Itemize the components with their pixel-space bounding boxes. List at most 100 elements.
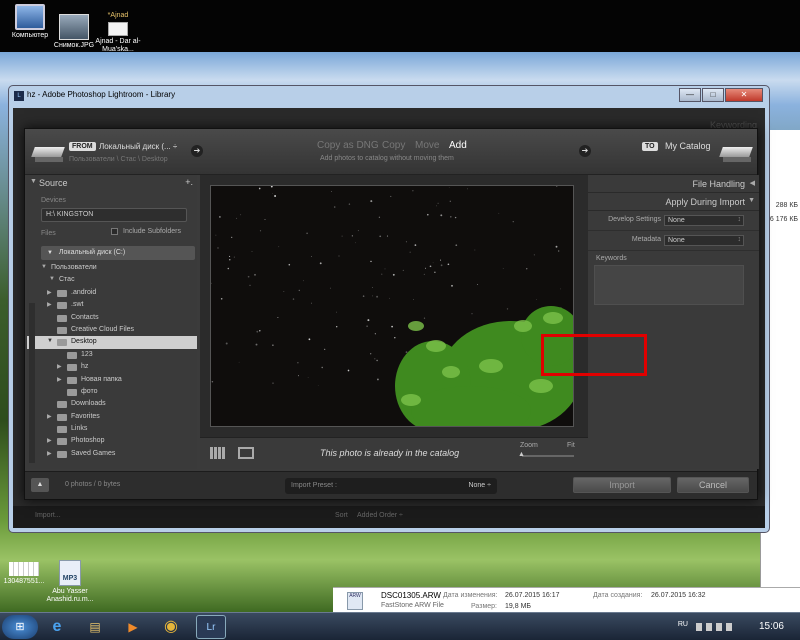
close-button[interactable]: ✕ <box>725 88 763 102</box>
folder-icon <box>57 302 67 310</box>
keywords-section: Keywords <box>588 251 759 311</box>
collapsed-triangle-icon[interactable]: ▶ <box>47 450 52 457</box>
clock[interactable]: 15:06 <box>759 621 784 632</box>
folder-tree-item[interactable]: ▶ Новая папка <box>27 374 197 386</box>
import-dialog: FROM Локальный диск (... ÷ Пользователи … <box>24 128 759 500</box>
keywords-input[interactable] <box>594 265 744 305</box>
desktop-icon-label: Abu Yasser Anashid.ru.m... <box>46 588 94 603</box>
files-row: Files Include Subfolders <box>27 228 197 242</box>
folder-tree-item[interactable]: 123 <box>27 349 197 361</box>
folder-tree-item[interactable]: Contacts <box>27 312 197 324</box>
tree-scrollbar[interactable] <box>29 303 35 463</box>
tray-icons[interactable] <box>696 623 736 631</box>
develop-settings-select[interactable]: None <box>664 215 744 226</box>
folder-tree-item[interactable]: ▶ .android <box>27 287 197 299</box>
star <box>283 290 285 293</box>
collapsed-triangle-icon[interactable]: ▶ <box>47 437 52 444</box>
minimize-button[interactable]: — <box>679 88 701 102</box>
desktop-icon-mp3[interactable]: MP3 Abu Yasser Anashid.ru.m... <box>40 560 100 604</box>
expanded-triangle-icon[interactable]: ▼ <box>47 338 53 344</box>
folder-label: Links <box>71 425 88 433</box>
language-indicator[interactable]: RU <box>678 621 688 628</box>
ie-taskbar-icon[interactable]: e <box>42 615 72 639</box>
folder-tree-item[interactable]: ▶ Photoshop <box>27 435 197 447</box>
star <box>376 359 378 362</box>
loupe-view-icon[interactable] <box>238 447 254 459</box>
lightroom-taskbar-icon[interactable]: Lr <box>196 615 226 639</box>
folder-tree-item[interactable]: ▶ Favorites <box>27 411 197 423</box>
mode-move[interactable]: Move <box>415 140 439 151</box>
folder-icon <box>57 426 67 434</box>
star <box>440 214 443 217</box>
source-selector[interactable]: Локальный диск (... ÷ <box>99 142 177 151</box>
expanded-triangle-icon[interactable]: ▼ <box>49 276 55 282</box>
folder-tree-item[interactable]: ▼ Пользователи <box>27 262 197 274</box>
star <box>258 187 261 190</box>
folder-tree-item[interactable]: ▶ Saved Games <box>27 448 197 460</box>
mode-copy-as-dng[interactable]: Copy as DNG <box>317 140 379 151</box>
star <box>437 202 439 204</box>
star <box>217 247 219 249</box>
include-subfolders-checkbox[interactable] <box>111 228 118 235</box>
expanded-triangle-icon[interactable]: ▼ <box>41 264 47 270</box>
star <box>341 235 343 237</box>
folder-icon <box>67 351 77 359</box>
desktop-icon-ajnad[interactable]: *Ajnad Ajnad - Dar al-Mua'ska... <box>88 12 148 54</box>
star <box>251 251 253 252</box>
mode-add[interactable]: Add <box>449 140 467 151</box>
folder-tree-item[interactable]: Downloads <box>27 398 197 410</box>
star <box>526 268 528 270</box>
import-button[interactable]: Import <box>573 477 671 493</box>
file-handling-header[interactable]: File Handling ◀ <box>588 175 759 193</box>
folder-label: Downloads <box>71 400 106 408</box>
arrow-right-icon: ➔ <box>191 145 203 157</box>
library-toolbar: Import... Sort Added Order ÷ <box>13 506 765 528</box>
star <box>215 234 217 236</box>
cancel-button[interactable]: Cancel <box>677 477 749 493</box>
import-preset-value[interactable]: None ÷ <box>468 482 491 489</box>
collapsed-triangle-icon[interactable]: ▶ <box>57 363 62 370</box>
folder-label: hz <box>81 363 89 371</box>
folder-tree-item[interactable]: Creative Cloud Files <box>27 324 197 336</box>
grid-view-icon[interactable] <box>210 447 226 459</box>
folder-tree-item[interactable]: ▼ Стас <box>27 274 197 286</box>
explorer-taskbar-icon[interactable]: ▤ <box>80 615 110 639</box>
source-panel-header[interactable]: ▼ Source +. <box>27 175 197 191</box>
star <box>450 216 452 218</box>
folder-tree-item[interactable]: фото <box>27 386 197 398</box>
collapsed-triangle-icon[interactable]: ▶ <box>47 301 52 308</box>
sort-value[interactable]: Added Order ÷ <box>357 512 403 519</box>
chrome-taskbar-icon[interactable]: ◉ <box>156 615 186 639</box>
collapsed-triangle-icon[interactable]: ▶ <box>47 413 52 420</box>
files-label: Files <box>41 230 56 237</box>
media-player-taskbar-icon[interactable]: ▶ <box>118 615 148 639</box>
metadata-select[interactable]: None <box>664 235 744 246</box>
maximize-button[interactable]: □ <box>702 88 724 102</box>
star <box>338 255 340 257</box>
folder-tree-item[interactable]: ▼ Desktop <box>27 336 197 349</box>
library-import-button[interactable]: Import... <box>35 512 61 519</box>
zoom-slider[interactable] <box>522 455 574 457</box>
collapse-up-button[interactable]: ▲ <box>31 478 49 492</box>
collapse-triangle-icon: ▼ <box>748 197 755 204</box>
photo-preview[interactable] <box>210 185 574 427</box>
sort-label: Sort <box>335 512 348 519</box>
star <box>298 289 300 292</box>
import-preset-bar[interactable]: Import Preset : None ÷ <box>285 478 497 494</box>
star <box>292 298 295 300</box>
apply-during-import-header[interactable]: Apply During Import ▼ <box>588 193 759 211</box>
import-preset-label: Import Preset : <box>291 482 337 489</box>
start-button[interactable]: ⊞ <box>2 615 38 639</box>
device-kingston[interactable]: H:\ KINGSTON <box>41 208 187 222</box>
folder-tree-item[interactable]: ▶ .swt <box>27 299 197 311</box>
folder-tree-item[interactable]: Links <box>27 423 197 435</box>
window-titlebar[interactable]: L hz - Adobe Photoshop Lightroom - Libra… <box>9 86 769 106</box>
folder-tree-item[interactable]: ▶ hz <box>27 361 197 373</box>
add-source-button[interactable]: +. <box>185 177 193 187</box>
collapsed-triangle-icon[interactable]: ▶ <box>57 376 62 383</box>
star <box>264 219 266 220</box>
mode-copy[interactable]: Copy <box>382 140 405 151</box>
zoom-slider-thumb[interactable]: ▲ <box>518 451 525 458</box>
collapsed-triangle-icon[interactable]: ▶ <box>47 289 52 296</box>
drive-c[interactable]: ▼ Локальный диск (C:) <box>41 246 195 260</box>
